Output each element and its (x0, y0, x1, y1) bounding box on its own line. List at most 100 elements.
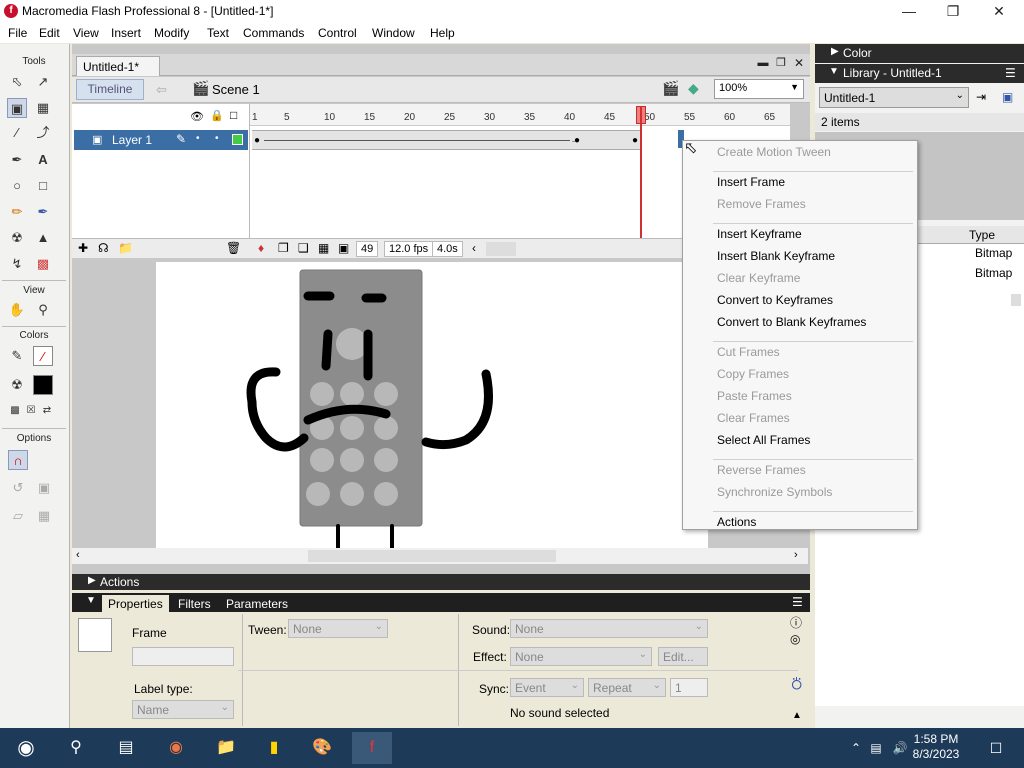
panel-menu-icon[interactable]: ☰ (1005, 66, 1016, 80)
menu-help[interactable]: Help (430, 26, 455, 40)
rectangle-icon[interactable]: □ (33, 176, 53, 196)
edit-symbols-icon[interactable]: ◆ (688, 80, 699, 97)
lock-dot[interactable]: • (215, 133, 219, 144)
library-vscroll-thumb[interactable] (1011, 294, 1021, 306)
modify-markers-icon[interactable]: ▣ (338, 241, 349, 255)
menu-item-convert-to-keyframes[interactable]: Convert to Keyframes (717, 293, 833, 307)
task-view-icon[interactable]: ▤ (106, 732, 146, 764)
free-transform-icon[interactable]: ▣ (7, 98, 27, 118)
keyframe-dot[interactable]: ● (574, 135, 580, 146)
menu-item-insert-keyframe[interactable]: Insert Keyframe (717, 227, 802, 241)
visibility-dot[interactable]: • (196, 133, 200, 144)
flash-taskbar-icon[interactable]: f (352, 732, 392, 764)
menu-text[interactable]: Text (207, 26, 229, 40)
menu-view[interactable]: View (73, 26, 99, 40)
fill-color-icon[interactable]: ☢ (7, 375, 27, 395)
snap-magnet-icon[interactable]: ∩ (8, 450, 28, 470)
outline-icon[interactable]: □ (230, 108, 237, 122)
menu-item-convert-to-blank-keyframes[interactable]: Convert to Blank Keyframes (717, 315, 866, 329)
fill-swatch[interactable] (33, 375, 53, 395)
library-select[interactable]: Untitled-1 ⌄ (819, 87, 969, 108)
sound-select[interactable]: None ⌄ (510, 619, 708, 638)
edit-scene-icon[interactable]: 🎬 (662, 80, 679, 97)
swap-colors-icon[interactable]: ⇄ (37, 401, 57, 421)
actions-panel-header[interactable]: ▶ Actions (72, 574, 810, 590)
edit-multiple-icon[interactable]: ▦ (318, 241, 329, 255)
color-panel-header[interactable]: ▶ Color (815, 44, 1024, 63)
sticky-notes-icon[interactable]: ▮ (254, 732, 294, 764)
stroke-color-icon[interactable]: ✎ (7, 346, 27, 366)
menu-insert[interactable]: Insert (111, 26, 141, 40)
frame-name-input[interactable] (132, 647, 234, 666)
menu-edit[interactable]: Edit (39, 26, 60, 40)
document-tab[interactable]: Untitled-1* (76, 56, 160, 76)
library-panel-header[interactable]: ▼ Library - Untitled-1 ☰ (815, 64, 1024, 83)
add-guide-icon[interactable]: ☊ (98, 241, 109, 255)
pin-library-icon[interactable]: ⇥ (976, 90, 986, 104)
file-explorer-icon[interactable]: 📁 (206, 732, 246, 764)
help-icon[interactable]: ⓘ (790, 614, 802, 631)
paint-icon[interactable]: 🎨 (302, 732, 342, 764)
minimize-icon[interactable]: — (898, 2, 920, 20)
timeline-toggle-button[interactable]: Timeline (76, 79, 144, 100)
menu-item-insert-blank-keyframe[interactable]: Insert Blank Keyframe (717, 249, 835, 263)
menu-window[interactable]: Window (372, 26, 415, 40)
menu-item-insert-frame[interactable]: Insert Frame (717, 175, 785, 189)
panel-menu-icon[interactable]: ☰ (792, 595, 803, 609)
doc-close-icon[interactable]: ✕ (788, 54, 810, 72)
collapse-arrow-icon[interactable]: ▲ (792, 710, 802, 721)
envelope-icon[interactable]: ▦ (34, 506, 54, 526)
keyframe-dot[interactable]: ● (632, 135, 638, 146)
repeat-count-input[interactable]: 1 (670, 678, 708, 697)
tween-span[interactable]: ● → ● ● (252, 130, 642, 150)
text-tool-icon[interactable]: A (33, 150, 53, 170)
keyframe-dot[interactable]: ● (254, 135, 260, 146)
back-arrow-icon[interactable]: ⇦ (156, 82, 167, 98)
selection-arrow-icon[interactable]: ⬁ (7, 72, 27, 92)
onion-skin-icon[interactable]: ❐ (278, 241, 289, 255)
layer-name[interactable]: Layer 1 (112, 133, 152, 147)
paint-bucket-icon[interactable]: ▲ (33, 228, 53, 248)
stroke-swatch[interactable]: ∕ (33, 346, 53, 366)
expand-triangle-icon[interactable]: ▶ (88, 575, 96, 586)
eraser-icon[interactable]: ▩ (33, 254, 53, 274)
eyedropper-icon[interactable]: ↯ (7, 254, 27, 274)
lasso-icon[interactable]: ⤴ (33, 123, 53, 143)
menu-file[interactable]: File (8, 26, 27, 40)
start-orb-icon[interactable]: ◉ (6, 732, 46, 764)
oval-icon[interactable]: ○ (7, 176, 27, 196)
restore-icon[interactable]: ❐ (942, 2, 964, 20)
system-clock[interactable]: 1:58 PM 8/3/2023 (906, 732, 966, 762)
edit-in-place-icon[interactable]: ◎ (790, 632, 800, 646)
hand-icon[interactable]: ✋ (7, 300, 27, 320)
search-icon[interactable]: ⚲ (56, 732, 96, 764)
character-drawing[interactable] (156, 262, 708, 548)
library-item-type[interactable]: Bitmap (975, 246, 1012, 260)
subselection-arrow-icon[interactable]: ↗ (33, 72, 53, 92)
stage-hscroll-thumb[interactable] (308, 550, 556, 562)
edit-button[interactable]: Edit... (658, 647, 708, 666)
timeline-hscroll-thumb[interactable] (486, 242, 516, 256)
onion-outline-icon[interactable]: ❑ (298, 241, 309, 255)
pencil-icon[interactable]: ✏ (7, 202, 27, 222)
pen-icon[interactable]: ✒ (7, 150, 27, 170)
accessibility-icon[interactable]: ⛣ (790, 674, 803, 693)
notifications-icon[interactable]: ☐ (976, 732, 1016, 764)
eye-icon[interactable]: 👁 (190, 110, 204, 123)
sync-select[interactable]: Event ⌄ (510, 678, 584, 697)
zoom-icon[interactable]: ⚲ (33, 300, 53, 320)
label-type-select[interactable]: Name ⌄ (132, 700, 234, 719)
scroll-left-icon[interactable]: ‹ (472, 241, 476, 255)
collapse-triangle-icon[interactable]: ▼ (86, 595, 96, 606)
new-library-panel-icon[interactable]: ▣ (1002, 90, 1013, 104)
collapse-triangle-icon[interactable]: ▼ (829, 66, 839, 77)
expand-triangle-icon[interactable]: ▶ (831, 46, 839, 57)
frame-rate[interactable]: 12.0 fps (384, 241, 434, 257)
zoom-select[interactable]: 100% ▼ (714, 79, 804, 99)
repeat-select[interactable]: Repeat ⌄ (588, 678, 666, 697)
menu-control[interactable]: Control (318, 26, 357, 40)
tween-select[interactable]: None ⌄ (288, 619, 388, 638)
menu-commands[interactable]: Commands (243, 26, 304, 40)
tab-filters[interactable]: Filters (172, 595, 217, 612)
layer-row[interactable]: ▣ Layer 1 ✎ • • (74, 130, 248, 150)
